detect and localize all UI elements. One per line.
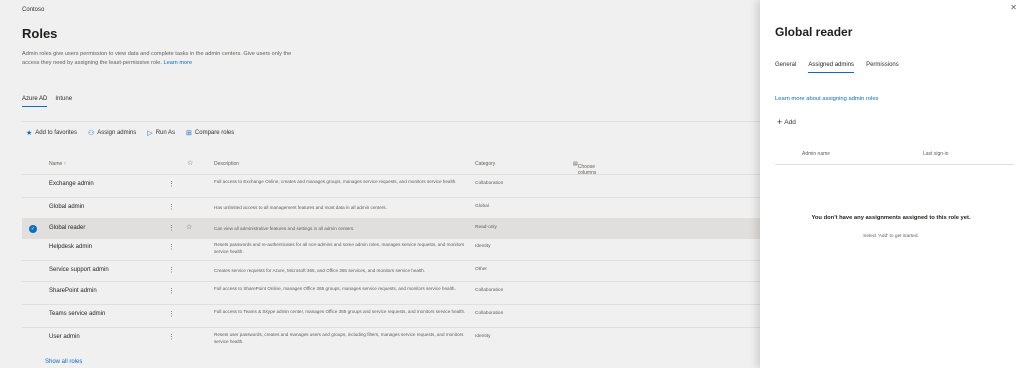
role-category: Global bbox=[475, 204, 489, 209]
table-row-selected[interactable]: ✓ Global reader ⋮ ☆ Can view all adminis… bbox=[22, 218, 760, 239]
roles-page: Contoso Roles Admin roles give users per… bbox=[0, 0, 760, 368]
role-description: Creates service requests for Azure, Micr… bbox=[214, 268, 426, 273]
more-options-icon[interactable]: ⋮ bbox=[168, 266, 175, 274]
column-last-signin-header: Last sign-in bbox=[923, 151, 949, 157]
role-category: Collaboration bbox=[475, 311, 504, 316]
more-options-icon[interactable]: ⋮ bbox=[168, 243, 175, 251]
role-category: Identity bbox=[475, 334, 491, 339]
show-all-roles-link[interactable]: Show all roles bbox=[45, 359, 82, 365]
add-admin-label: Add bbox=[784, 119, 796, 126]
column-category-header: Category bbox=[475, 161, 496, 167]
role-name[interactable]: Teams service admin bbox=[49, 311, 105, 317]
divider bbox=[22, 121, 760, 122]
table-row[interactable]: Teams service admin ⋮ Full access to Tea… bbox=[22, 304, 760, 325]
table-row[interactable]: Exchange admin ⋮ Full access to Exchange… bbox=[22, 174, 760, 195]
page-description-text: Admin roles give users permission to vie… bbox=[22, 51, 292, 66]
role-category: Other bbox=[475, 267, 487, 272]
table-row[interactable]: SharePoint admin ⋮ Full access to ShareP… bbox=[22, 281, 760, 302]
plus-icon: + bbox=[777, 117, 783, 127]
role-category: Collaboration bbox=[475, 288, 504, 293]
more-options-icon[interactable]: ⋮ bbox=[168, 287, 175, 295]
column-description-header: Description bbox=[214, 161, 240, 167]
assign-admins-label: Assign admins bbox=[97, 130, 137, 136]
tab-assigned-admins[interactable]: Assigned admins bbox=[808, 62, 855, 73]
role-description: Full access to SharePoint Online, manage… bbox=[214, 286, 456, 291]
tab-azure-ad[interactable]: Azure AD bbox=[22, 96, 48, 107]
tab-general[interactable]: General bbox=[775, 62, 796, 73]
star-filled-icon: ★ bbox=[26, 130, 33, 137]
role-category: Identity bbox=[475, 244, 491, 249]
learn-more-link[interactable]: Learn more bbox=[163, 60, 192, 66]
table-row[interactable]: Global admin ⋮ Has unlimited access to a… bbox=[22, 197, 760, 218]
close-icon[interactable]: ✕ bbox=[1010, 3, 1017, 12]
role-name[interactable]: Exchange admin bbox=[49, 181, 94, 187]
run-as-label: Run As bbox=[155, 130, 176, 136]
role-name[interactable]: SharePoint admin bbox=[49, 288, 97, 294]
tab-permissions[interactable]: Permissions bbox=[866, 62, 899, 73]
role-name[interactable]: Service support admin bbox=[49, 267, 109, 273]
panel-title: Global reader bbox=[775, 25, 853, 39]
role-category: Read-only bbox=[475, 225, 497, 230]
more-options-icon[interactable]: ⋮ bbox=[168, 203, 175, 211]
command-bar: ★ Add to favorites ⚇ Assign admins ▷ Run… bbox=[26, 129, 234, 137]
empty-state-title: You don't have any assignments assigned … bbox=[811, 215, 971, 221]
column-name-header[interactable]: Name ↑ bbox=[49, 161, 66, 167]
role-description: Resets passwords and re-authenticates fo… bbox=[214, 242, 465, 254]
role-name[interactable]: Global admin bbox=[49, 204, 84, 210]
choose-columns-button[interactable]: ▤ Choose columns bbox=[573, 161, 596, 176]
role-source-tabs: Azure AD Intune bbox=[22, 96, 72, 107]
compare-icon: ⊞ bbox=[186, 130, 192, 137]
role-description: Has unlimited access to all management f… bbox=[214, 205, 387, 210]
more-options-icon[interactable]: ⋮ bbox=[168, 180, 175, 188]
people-add-icon: ⚇ bbox=[87, 130, 95, 137]
role-description: Full access to Exchange Online, creates … bbox=[214, 179, 457, 184]
role-details-panel: ✕ Global reader General Assigned admins … bbox=[760, 0, 1022, 368]
role-name[interactable]: Helpdesk admin bbox=[49, 244, 92, 250]
assign-admins-button[interactable]: ⚇ Assign admins bbox=[88, 129, 136, 137]
table-header: Name ↑ ☆ Description Category ▤ Choose c… bbox=[22, 158, 760, 176]
run-as-button[interactable]: ▷ Run As bbox=[147, 129, 175, 137]
panel-tabs: General Assigned admins Permissions bbox=[775, 62, 899, 73]
favorite-star-icon[interactable]: ☆ bbox=[186, 223, 192, 231]
play-icon: ▷ bbox=[147, 130, 153, 137]
page-description: Admin roles give users permission to vie… bbox=[22, 50, 292, 68]
table-row[interactable]: Helpdesk admin ⋮ Resets passwords and re… bbox=[22, 237, 760, 258]
role-description: Resets user passwords, creates and manag… bbox=[214, 332, 464, 344]
add-to-favorites-button[interactable]: ★ Add to favorites bbox=[26, 129, 77, 137]
more-options-icon[interactable]: ⋮ bbox=[168, 310, 175, 318]
more-options-icon[interactable]: ⋮ bbox=[168, 333, 175, 341]
column-admin-name-header: Admin name bbox=[802, 151, 831, 157]
compare-roles-button[interactable]: ⊞ Compare roles bbox=[186, 129, 234, 137]
compare-roles-label: Compare roles bbox=[194, 130, 235, 136]
table-row[interactable]: User admin ⋮ Resets user passwords, crea… bbox=[22, 327, 760, 348]
role-name[interactable]: Global reader bbox=[49, 225, 85, 231]
role-name[interactable]: User admin bbox=[49, 334, 80, 340]
more-options-icon[interactable]: ⋮ bbox=[168, 224, 175, 232]
empty-state-subtitle: Select 'Add' to get started. bbox=[863, 234, 919, 239]
page-title: Roles bbox=[22, 26, 58, 41]
role-description: Can view all administrative features and… bbox=[214, 226, 355, 231]
admins-table-header: Admin name Last sign-in bbox=[775, 147, 1014, 165]
add-admin-button[interactable]: + Add bbox=[777, 117, 796, 127]
selected-checkmark-icon[interactable]: ✓ bbox=[29, 225, 37, 233]
table-row[interactable]: Service support admin ⋮ Creates service … bbox=[22, 260, 760, 281]
org-name: Contoso bbox=[22, 7, 45, 13]
learn-more-assigning-link[interactable]: Learn more about assigning admin roles bbox=[775, 96, 878, 102]
favorite-column-icon: ☆ bbox=[187, 160, 194, 167]
tab-intune[interactable]: Intune bbox=[55, 96, 72, 107]
add-to-favorites-label: Add to favorites bbox=[35, 130, 77, 136]
role-description: Full access to Teams & Skype admin cente… bbox=[214, 309, 466, 314]
role-category: Collaboration bbox=[475, 181, 504, 186]
